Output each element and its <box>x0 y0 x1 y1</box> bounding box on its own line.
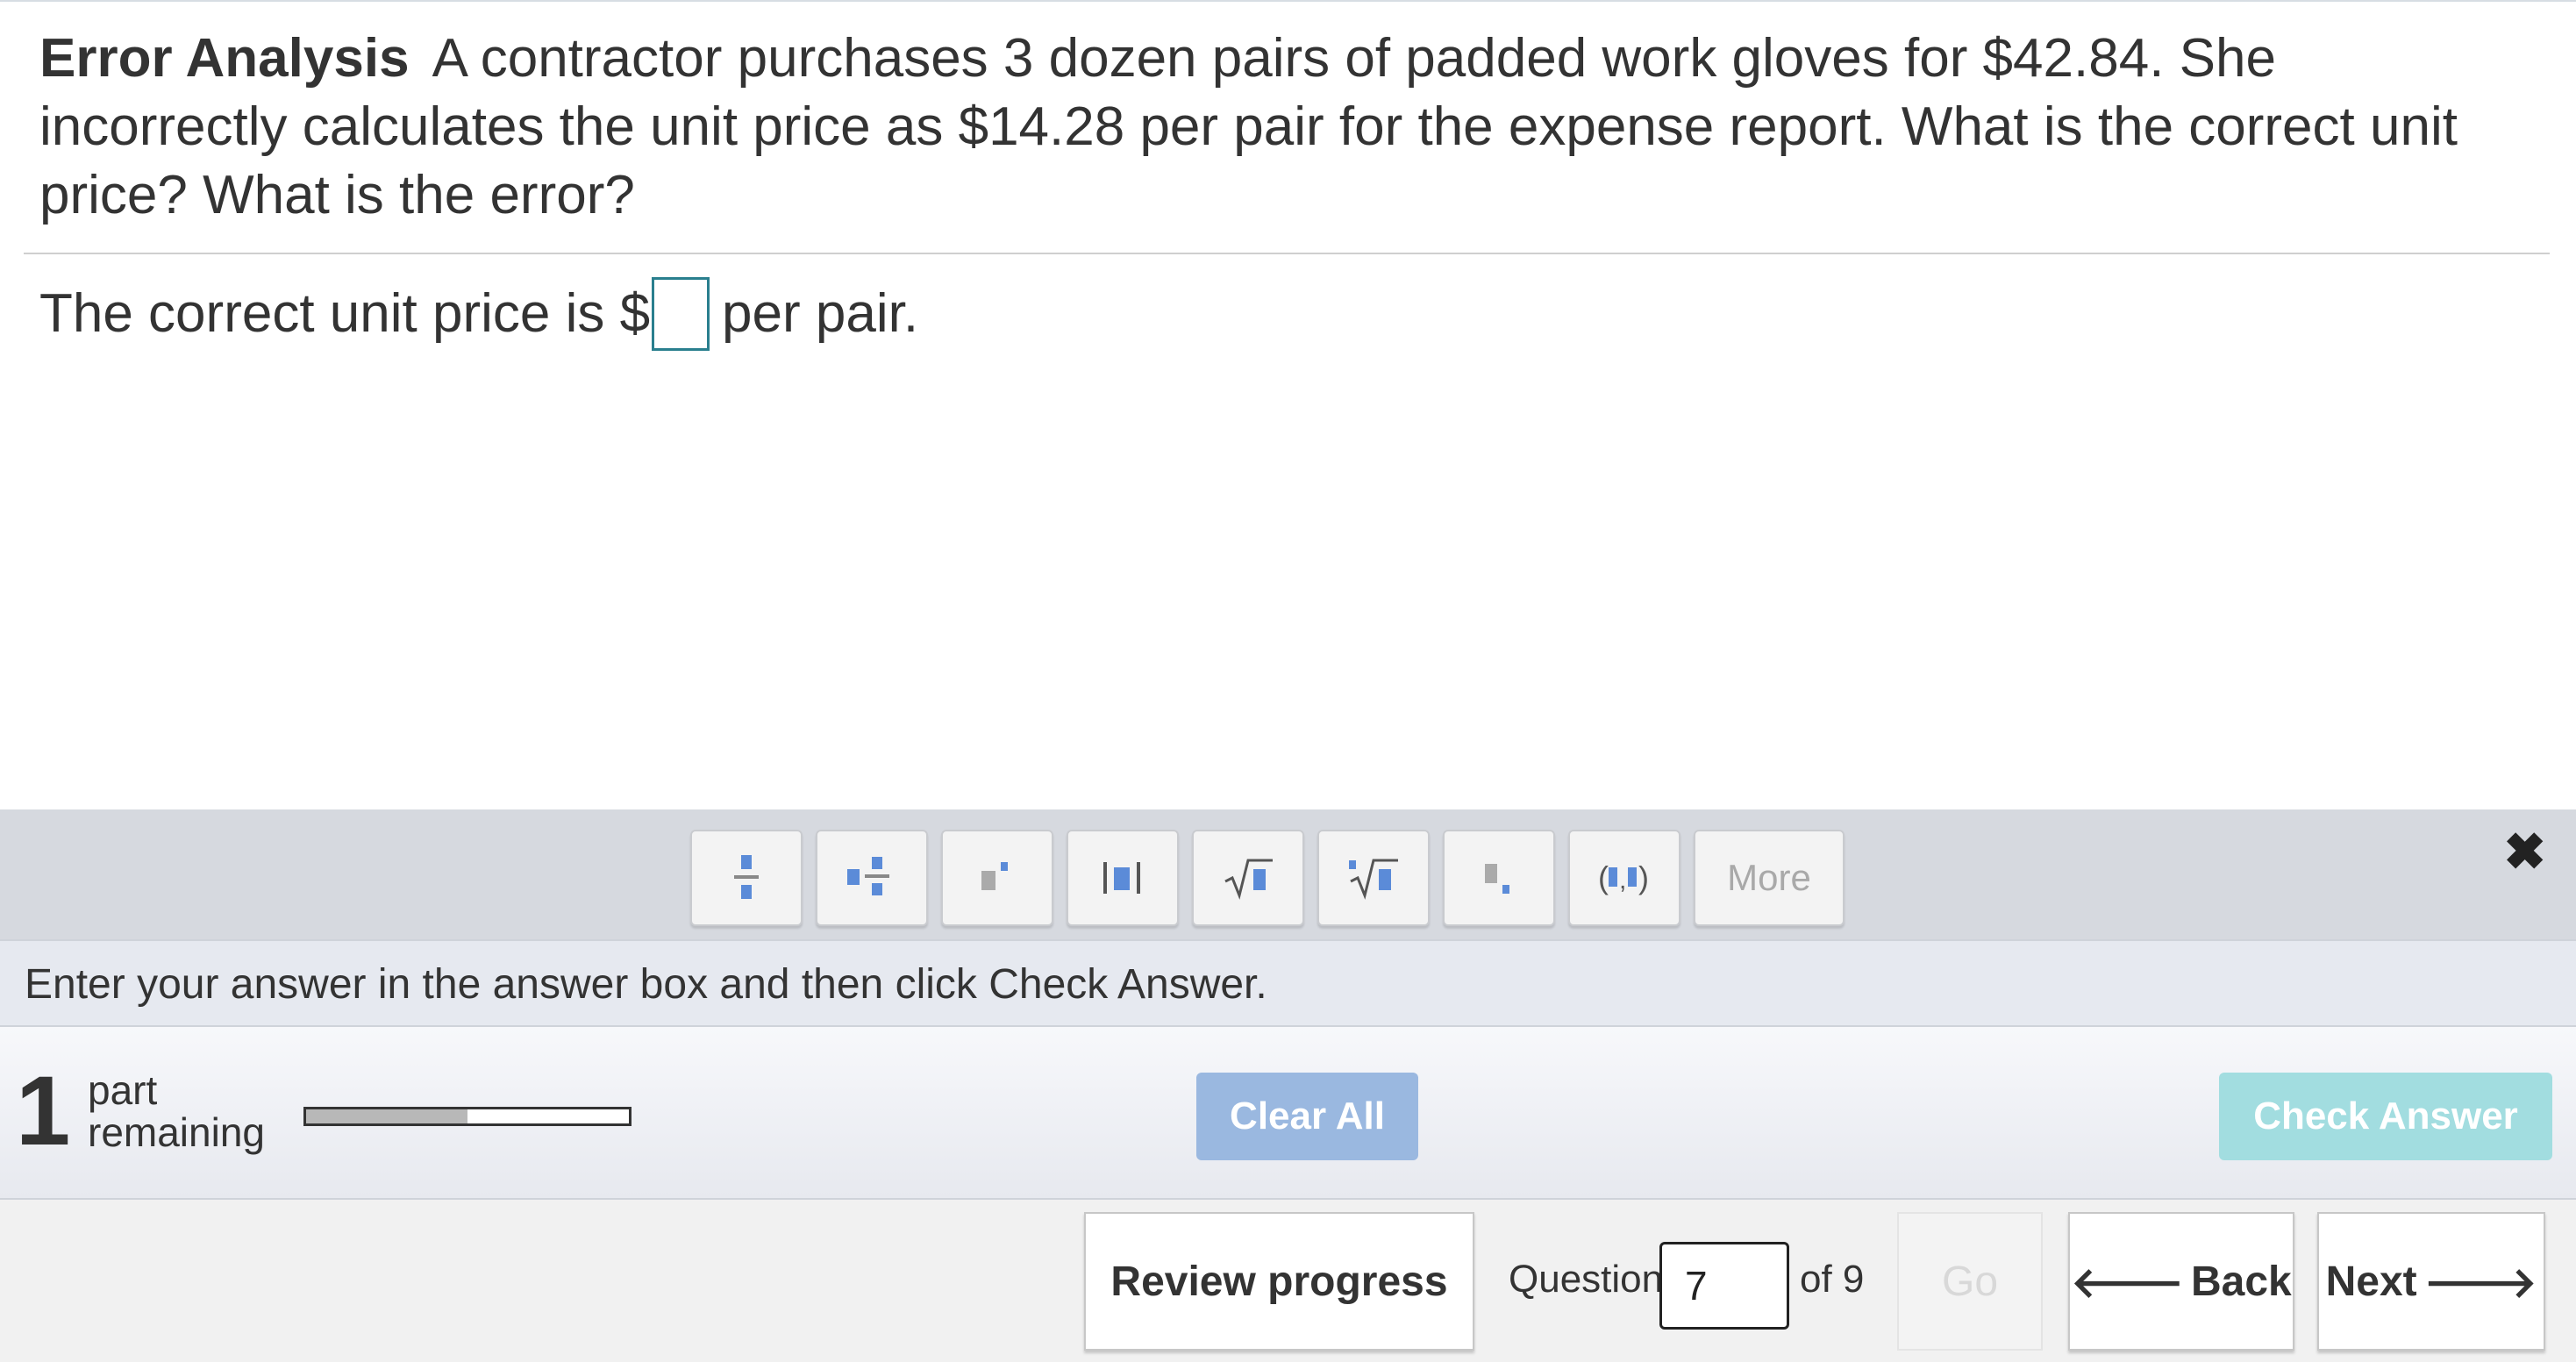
nth-root-icon <box>1349 859 1398 900</box>
check-answer-button[interactable]: Check Answer <box>2219 1073 2552 1160</box>
status-bar: 1 part remaining Clear All Check Answer <box>0 1027 2576 1200</box>
answer-line: The correct unit price is $ per pair. <box>39 277 918 351</box>
question-label: Error Analysis <box>39 28 410 89</box>
back-label: Back <box>2190 1258 2292 1305</box>
mixed-number-icon <box>847 857 889 895</box>
fraction-icon <box>734 855 759 899</box>
question-label-nav: Question <box>1509 1258 1664 1301</box>
next-button[interactable]: Next 🡒 <box>2317 1212 2545 1351</box>
arrow-left-icon: 🡐 <box>2071 1259 2184 1307</box>
square-root-button[interactable] <box>1192 830 1304 926</box>
instruction-bar: Enter your answer in the answer box and … <box>0 939 2576 1027</box>
svg-text:): ) <box>1638 859 1649 895</box>
absolute-value-button[interactable] <box>1067 830 1179 926</box>
parts-remaining-label: part remaining <box>88 1069 265 1153</box>
review-progress-button[interactable]: Review progress <box>1084 1212 1474 1351</box>
answer-prefix: The correct unit price is $ <box>39 283 651 344</box>
parts-label-line1: part <box>88 1067 158 1113</box>
question-divider <box>24 253 2550 254</box>
back-button[interactable]: 🡐 Back <box>2068 1212 2294 1351</box>
question-number-input[interactable] <box>1659 1242 1789 1330</box>
answer-suffix: per pair. <box>722 283 919 344</box>
answer-input[interactable] <box>652 277 710 351</box>
fraction-button[interactable] <box>690 830 803 926</box>
question-total: of 9 <box>1800 1258 1865 1301</box>
svg-text:,: , <box>1619 866 1626 895</box>
ordered-pair-button[interactable]: ( , ) <box>1568 830 1680 926</box>
square-root-icon <box>1224 859 1273 900</box>
mixed-number-button[interactable] <box>816 830 928 926</box>
question-text: Error Analysis A contractor purchases 3 d… <box>39 25 2530 230</box>
subscript-icon <box>1485 864 1509 894</box>
parts-remaining-count: 1 <box>16 1056 71 1166</box>
nth-root-button[interactable] <box>1317 830 1430 926</box>
absolute-value-icon <box>1103 862 1140 894</box>
more-button[interactable]: More <box>1694 830 1845 926</box>
progress-bar <box>303 1107 632 1126</box>
navigation-bar: Review progress Question of 9 Go 🡐Back N… <box>0 1200 2576 1362</box>
svg-text:(: ( <box>1598 859 1609 895</box>
clear-all-button[interactable]: Clear All <box>1196 1073 1418 1160</box>
parts-label-line2: remaining <box>88 1109 265 1155</box>
top-border <box>0 0 2576 2</box>
math-toolbar: ( , ) More ✖ <box>0 809 2576 939</box>
ordered-pair-icon: ( , ) <box>1598 859 1649 895</box>
arrow-right-icon: 🡒 <box>2423 1259 2537 1307</box>
exponent-icon <box>981 862 1008 890</box>
instruction-text: Enter your answer in the answer box and … <box>25 961 1267 1008</box>
subscript-button[interactable] <box>1443 830 1555 926</box>
close-toolbar-icon[interactable]: ✖ <box>2503 827 2546 878</box>
exponent-button[interactable] <box>941 830 1053 926</box>
progress-fill <box>306 1109 467 1123</box>
go-button[interactable]: Go <box>1897 1212 2043 1351</box>
next-label: Next <box>2325 1258 2417 1305</box>
